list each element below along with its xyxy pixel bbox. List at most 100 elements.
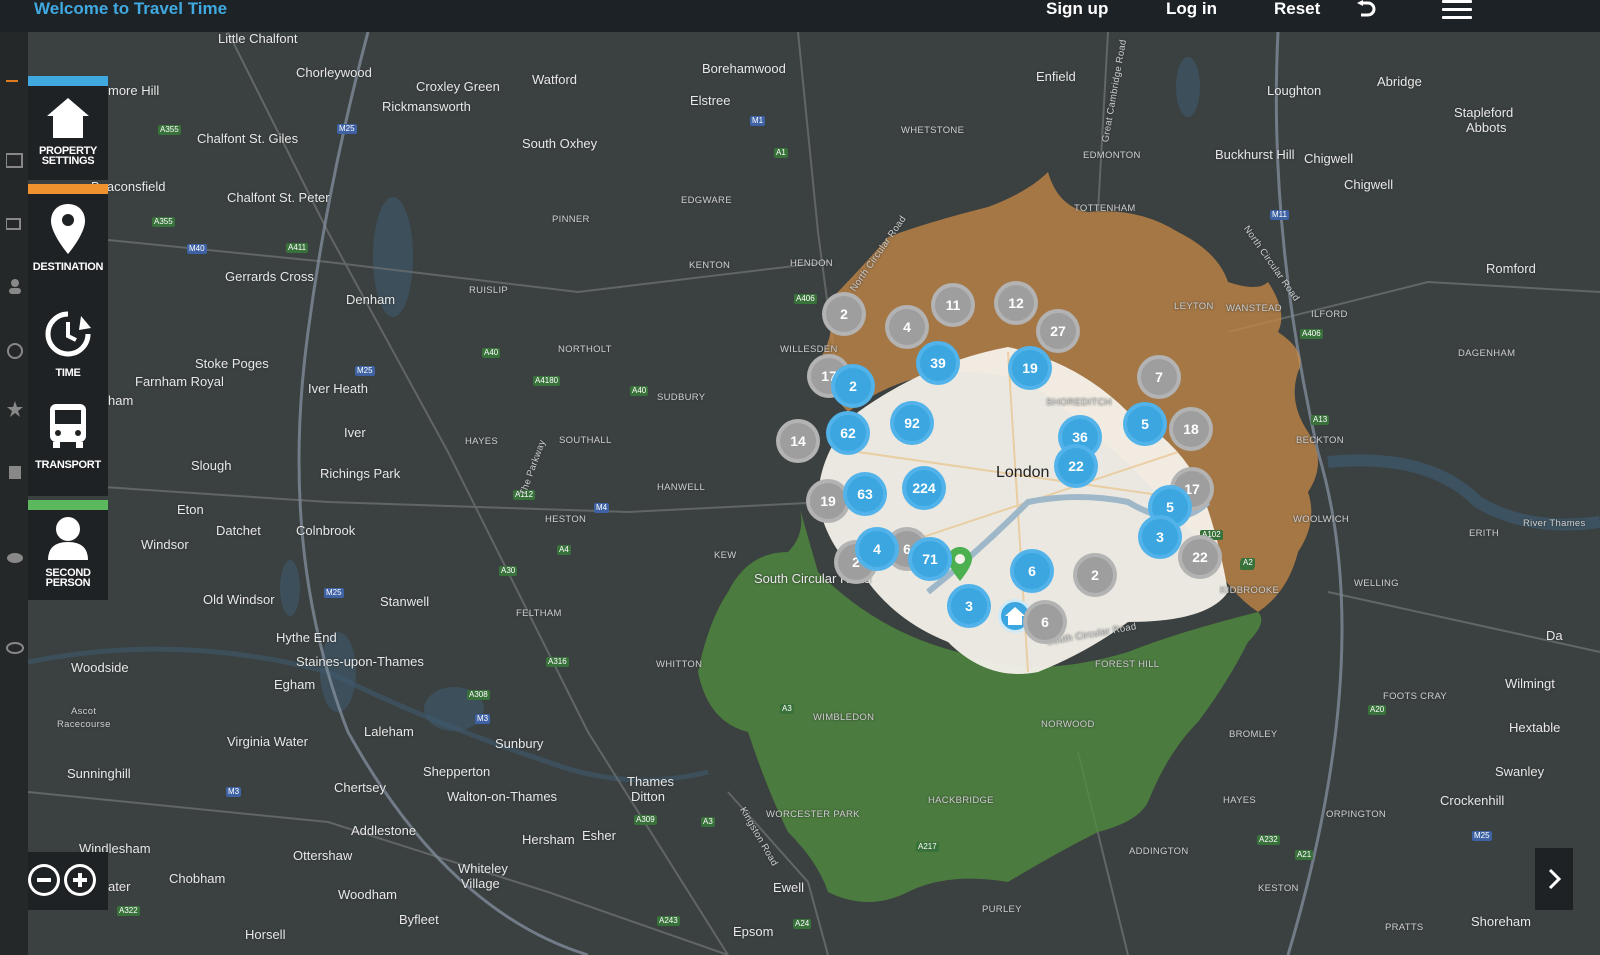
property-cluster[interactable]: 27 (1036, 309, 1080, 353)
property-cluster[interactable]: 4 (855, 527, 899, 571)
place-label: PINNER (552, 214, 590, 225)
place-label: Colnbrook (296, 523, 356, 538)
property-cluster[interactable]: 2 (831, 364, 875, 408)
property-cluster[interactable]: 22 (1054, 444, 1098, 488)
place-label: HENDON (790, 258, 833, 269)
minus-icon (29, 865, 59, 895)
property-cluster[interactable]: 63 (843, 472, 887, 516)
property-cluster[interactable]: 3 (1138, 515, 1182, 559)
zoom-in-button[interactable] (64, 864, 96, 896)
place-label: HAYES (465, 436, 499, 447)
road-shield: A4180 (533, 376, 561, 386)
property-cluster[interactable]: 62 (826, 411, 870, 455)
place-label: FOREST HILL (1095, 659, 1160, 670)
road-shield: A21 (1295, 850, 1314, 860)
place-label: FOOTS CRAY (1383, 691, 1448, 702)
road-shield: A322 (117, 906, 140, 916)
property-cluster[interactable]: 5 (1123, 402, 1167, 446)
property-cluster[interactable]: 3 (947, 584, 991, 628)
place-label: Ewell (773, 880, 805, 895)
road-shield: A30 (499, 566, 518, 576)
place-label: RUISLIP (469, 285, 509, 296)
place-label: Swanley (1495, 764, 1545, 779)
menu-button[interactable] (1442, 0, 1472, 20)
place-label: Hextable (1509, 720, 1561, 735)
road-shield: M25 (1472, 831, 1492, 841)
place-label: SHOREDITCH (1046, 397, 1112, 408)
property-cluster[interactable]: 22 (1178, 535, 1222, 579)
road-shield: A3 (780, 704, 794, 714)
hidden-panel-strip (0, 32, 28, 955)
property-cluster[interactable]: 224 (902, 466, 946, 510)
signup-button[interactable]: Sign up (1046, 0, 1108, 18)
property-cluster[interactable]: 19 (1008, 346, 1052, 390)
place-label: NORTHOLT (558, 344, 612, 355)
bus-icon (50, 404, 86, 448)
property-cluster[interactable]: 2 (1073, 553, 1117, 597)
place-label: Chalfont St. Peter (227, 190, 330, 205)
place-label: Borehamwood (702, 61, 786, 76)
road-shield: M25 (355, 366, 375, 376)
road-shield: A2 (1241, 558, 1255, 568)
sidebar-item-time[interactable]: TIME (28, 304, 108, 396)
property-cluster[interactable]: 12 (994, 281, 1038, 325)
place-label: ater (108, 879, 131, 894)
place-label: Buckhurst Hill (1215, 147, 1295, 162)
top-bar: Welcome to Travel Time Sign up Log in Re… (0, 0, 1600, 32)
sidebar-item-label: TRANSPORT (35, 459, 101, 471)
road-shield: A411 (286, 243, 309, 253)
place-label: WORCESTER PARK (766, 809, 860, 820)
place-label: Stoke Poges (195, 356, 269, 371)
property-cluster[interactable]: 6 (1010, 549, 1054, 593)
road-shield: A4 (557, 545, 571, 555)
person-icon (48, 517, 88, 560)
property-cluster[interactable]: 71 (908, 537, 952, 581)
house-icon (47, 98, 89, 138)
place-label: Sunninghill (67, 766, 131, 781)
place-label: Iver Heath (308, 381, 368, 396)
place-label: Richings Park (320, 466, 401, 481)
place-label: Windsor (141, 537, 189, 552)
accent-bar (28, 76, 108, 86)
sidebar-item-destination[interactable]: DESTINATION (28, 184, 108, 304)
place-label: Addlestone (351, 823, 417, 838)
user-icon (9, 279, 21, 294)
property-cluster[interactable]: 92 (890, 401, 934, 445)
property-cluster[interactable]: 6 (1023, 600, 1067, 644)
property-cluster[interactable]: 11 (931, 283, 975, 327)
property-cluster[interactable]: 39 (916, 341, 960, 385)
expand-panel-button[interactable] (1535, 848, 1573, 910)
place-label: Staines-upon-Thames (296, 654, 424, 669)
zoom-out-button[interactable] (28, 864, 60, 896)
place-label: WIMBLEDON (813, 712, 875, 723)
place-label: Stanwell (380, 594, 430, 609)
reset-button[interactable]: Reset (1274, 0, 1320, 18)
sidebar-item-transport[interactable]: TRANSPORT (28, 396, 108, 496)
destination-marker-icon[interactable] (948, 547, 972, 581)
place-label: Laleham (364, 724, 414, 739)
place-label: ham (108, 393, 134, 408)
map-canvas[interactable]: Little Chalfont Chorleywood Croxley Gree… (28, 32, 1600, 955)
property-cluster[interactable]: 7 (1137, 355, 1181, 399)
place-label: Epsom (733, 924, 774, 939)
star-icon (7, 401, 23, 417)
property-cluster[interactable]: 4 (885, 305, 929, 349)
login-button[interactable]: Log in (1166, 0, 1217, 18)
place-label: Woodham (338, 887, 398, 902)
property-cluster[interactable]: 2 (822, 292, 866, 336)
reset-icon[interactable] (1356, 0, 1378, 18)
road-shield: M25 (337, 124, 357, 134)
place-label: Chertsey (334, 780, 387, 795)
place-label: Ascot (71, 706, 97, 717)
map-pin-icon (51, 204, 85, 254)
sidebar-item-label: PERSON (45, 577, 91, 589)
place-label: Shepperton (423, 764, 491, 779)
sidebar-item-property-settings[interactable]: PROPERTY SETTINGS (28, 76, 108, 180)
place-label: Hersham (522, 832, 575, 847)
image-icon (6, 153, 23, 168)
road-shield: A24 (793, 919, 812, 929)
property-cluster[interactable]: 18 (1169, 407, 1213, 451)
sidebar-item-second-person[interactable]: SECOND PERSON (28, 500, 108, 600)
property-cluster[interactable]: 14 (776, 419, 820, 463)
cloud-outline-icon (6, 642, 24, 654)
